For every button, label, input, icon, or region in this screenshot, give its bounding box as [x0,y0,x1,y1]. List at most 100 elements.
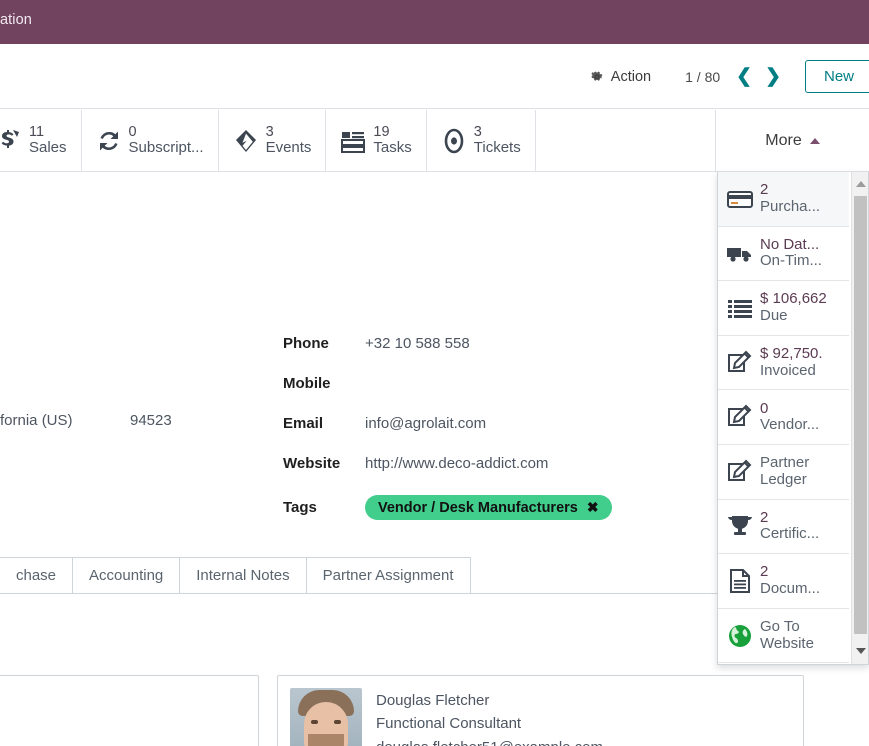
dropdown-item-text: $ 92,750. Invoiced [760,346,823,379]
tag-label: Vendor / Desk Manufacturers [378,499,578,516]
avatar-eye-right [334,720,341,724]
stat-text: 11 Sales [29,123,67,157]
tab-partner-assignment[interactable]: Partner Assignment [305,557,471,593]
dropdown-item-text: 2 Purcha... [760,182,820,215]
contact-card[interactable]: Douglas Fletcher Functional Consultant d… [277,675,804,746]
address-zip: 94523 [130,412,172,429]
field-label: Mobile [283,375,331,392]
stat-value: 3 [265,123,274,140]
top-navbar: ation [0,0,869,44]
dropdown-item-label: Purcha... [760,197,821,215]
trophy-icon [728,516,752,536]
pencil-square-icon [728,404,752,427]
contact-name: Douglas Fletcher [376,692,490,709]
dropdown-item-vendor-bills[interactable]: 0 Vendor... [718,390,849,445]
pager-arrows: ❮ ❯ [736,67,781,86]
field-value-email[interactable]: info@agrolait.com [365,415,486,432]
stat-button-tasks[interactable]: 19 Tasks [326,110,427,171]
field-row-email: Email info@agrolait.com [283,415,612,455]
stat-value: 3 [473,123,482,140]
document-icon [730,568,750,593]
notebook-tabs: chase Accounting Internal Notes Partner … [0,557,718,594]
stat-button-tickets[interactable]: 3 Tickets [427,110,536,171]
control-panel: Action 1 / 80 ❮ ❯ New [0,44,869,109]
dropdown-item-text: Go To Website [760,619,814,652]
dropdown-scrollbar[interactable] [851,172,868,664]
stat-button-subscriptions[interactable]: 0 Subscript... [82,110,219,171]
globe-icon [729,624,751,647]
dropdown-item-text: 0 Vendor... [760,401,819,434]
tab-purchase[interactable]: chase [0,557,74,593]
record-pager: 1 / 80 [685,68,721,85]
action-button[interactable]: Action [582,65,659,89]
dropdown-item-on-time-delivery[interactable]: No Dat... On-Tim... [718,227,849,282]
stat-button-events[interactable]: 3 Events [219,110,327,171]
field-label-tags: Tags [283,498,317,516]
dollar-arrow-icon [1,129,19,148]
dropdown-item-purchases[interactable]: 2 Purcha... [718,172,849,227]
chevron-right-icon[interactable]: ❯ [765,67,781,86]
dropdown-item-partner-ledger[interactable]: Partner Ledger [718,445,849,500]
contact-card-empty[interactable] [0,675,259,746]
dropdown-item-label: Invoiced [760,361,816,379]
ticket-icon [235,129,256,152]
tag-chip[interactable]: Vendor / Desk Manufacturers ✖ [365,495,612,520]
new-record-button[interactable]: New [804,60,869,93]
stat-button-bar: 11 Sales 0 Subscript... 3 Events 19 Task… [0,110,869,172]
avatar-eye-left [311,720,318,724]
scroll-up-arrow-icon[interactable] [852,175,868,192]
more-button[interactable]: More [715,110,869,171]
field-row-mobile: Mobile [283,375,612,415]
dropdown-item-label: Docum... [760,579,821,597]
stat-text: 3 Events [265,123,312,157]
stat-label: Subscript... [128,139,204,157]
dropdown-item-label: Certific... [760,525,820,543]
field-label: Website [283,455,341,472]
stat-text: 0 Subscript... [128,124,204,157]
tab-internal-notes[interactable]: Internal Notes [179,557,307,593]
dropdown-item-certifications[interactable]: 2 Certific... [718,500,849,555]
stat-value: 19 [373,123,390,140]
contact-fields-group: Phone +32 10 588 558 Mobile Email info@a… [283,335,612,537]
chevron-left-icon[interactable]: ❮ [736,67,752,86]
dropdown-item-invoiced[interactable]: $ 92,750. Invoiced [718,336,849,391]
stat-text: 19 Tasks [373,123,412,157]
contact-email[interactable]: douglas.fletcher51@example.com [376,739,603,746]
dropdown-item-text: $ 106,662 Due [760,291,827,324]
dropdown-item-label: Vendor... [760,416,820,434]
dropdown-item-documents[interactable]: 2 Docum... [718,554,849,609]
tasks-icon [341,131,366,153]
caret-up-icon [809,137,820,144]
tab-accounting[interactable]: Accounting [72,557,181,593]
pencil-square-icon [728,459,752,481]
more-dropdown-menu: 2 Purcha... No Dat... On-Tim... $ 106,66… [717,172,869,665]
stat-value: 11 [29,123,45,140]
close-icon[interactable]: ✖ [587,499,599,516]
stat-label: Tickets [473,139,521,157]
address-state: fornia (US) [0,412,73,429]
avatar-beard [308,734,344,746]
field-row-website: Website http://www.deco-addict.com [283,455,612,495]
dropdown-item-text: 2 Certific... [760,510,819,543]
stat-label: Tasks [373,139,412,157]
dropdown-item-due[interactable]: $ 106,662 Due [718,281,849,336]
dropdown-item-value: Partner [760,455,810,472]
field-row-tags: Tags Vendor / Desk Manufacturers ✖ [283,495,612,537]
dropdown-item-label: On-Tim... [760,252,822,270]
scrollbar-thumb[interactable] [854,196,867,634]
dropdown-item-value: 2 [760,509,769,526]
field-value-phone[interactable]: +32 10 588 558 [365,335,470,352]
avatar [290,688,362,746]
stat-text: 3 Tickets [473,123,521,157]
control-panel-right: Action 1 / 80 ❮ ❯ New [582,44,869,109]
dropdown-item-value: $ 106,662 [760,291,827,308]
scroll-down-arrow-icon[interactable] [852,642,868,659]
field-label: Phone [283,335,329,352]
dropdown-item-value: 2 [760,564,769,581]
stat-button-sales[interactable]: 11 Sales [0,110,82,171]
field-value-website[interactable]: http://www.deco-addict.com [365,455,548,472]
dropdown-item-go-to-website[interactable]: Go To Website [718,609,849,664]
more-dropdown-list: 2 Purcha... No Dat... On-Tim... $ 106,66… [718,172,849,664]
stat-label: Sales [29,139,67,157]
odoo-contact-form-screen: ation Action 1 / 80 ❮ ❯ New 11 Sales 0 S… [0,0,869,746]
